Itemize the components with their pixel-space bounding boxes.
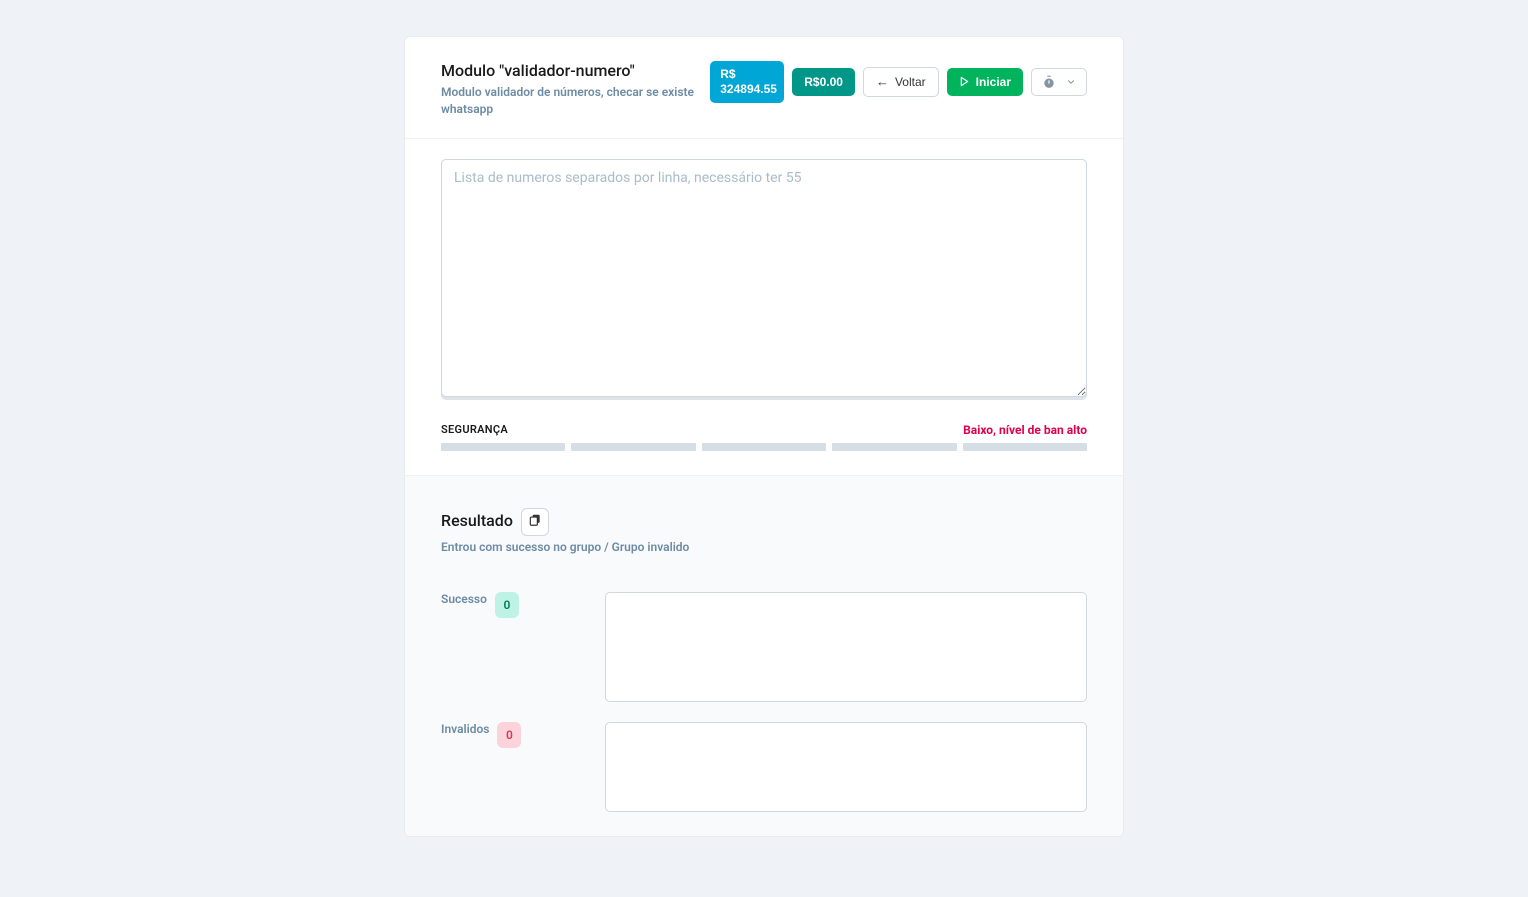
header-actions: R$ 324894.55 R$0.00 ← Voltar Iniciar <box>710 61 1087 103</box>
result-subtitle: Entrou com sucesso no grupo / Grupo inva… <box>441 540 1087 554</box>
success-label-text: Sucesso <box>441 592 487 606</box>
copy-button[interactable] <box>521 508 549 536</box>
header: Modulo "validador-numero" Modulo validad… <box>405 37 1123 139</box>
security-seg <box>832 443 956 451</box>
security-seg <box>702 443 826 451</box>
success-label: Sucesso 0 <box>441 592 591 702</box>
back-label: Voltar <box>895 75 926 89</box>
play-icon <box>959 76 970 87</box>
start-button[interactable]: Iniciar <box>947 68 1023 96</box>
invalid-count: 0 <box>497 722 521 748</box>
security-seg <box>441 443 565 451</box>
start-label: Iniciar <box>976 75 1011 89</box>
title-block: Modulo "validador-numero" Modulo validad… <box>441 61 694 118</box>
success-output[interactable] <box>605 592 1087 702</box>
security-label: SEGURANÇA <box>441 423 508 436</box>
timer-dropdown[interactable] <box>1031 68 1087 96</box>
security-seg <box>571 443 695 451</box>
cost-value: R$0.00 <box>804 75 843 89</box>
security-bar <box>441 443 1087 451</box>
result-head: Resultado <box>441 508 1087 536</box>
invalid-output[interactable] <box>605 722 1087 812</box>
invalid-label: Invalidos 0 <box>441 722 591 812</box>
results-grid: Sucesso 0 Invalidos 0 <box>441 592 1087 812</box>
module-card: Modulo "validador-numero" Modulo validad… <box>404 36 1124 837</box>
security-row: SEGURANÇA Baixo, nível de ban alto <box>441 423 1087 437</box>
balance-button[interactable]: R$ 324894.55 <box>710 61 784 103</box>
module-title: Modulo "validador-numero" <box>441 61 694 80</box>
numbers-input[interactable] <box>441 159 1087 397</box>
result-title: Resultado <box>441 511 513 530</box>
security-seg <box>963 443 1087 451</box>
security-status: Baixo, nível de ban alto <box>963 423 1087 437</box>
success-count: 0 <box>495 592 519 618</box>
back-button[interactable]: ← Voltar <box>863 67 939 97</box>
module-subtitle: Modulo validador de números, checar se e… <box>441 84 694 118</box>
chevron-down-icon <box>1066 77 1076 87</box>
stopwatch-icon <box>1042 75 1056 89</box>
result-section: Resultado Entrou com sucesso no grupo / … <box>405 476 1123 836</box>
balance-value: R$ 324894.55 <box>720 67 777 97</box>
invalid-label-text: Invalidos <box>441 722 489 736</box>
cost-button[interactable]: R$0.00 <box>792 68 855 96</box>
input-section: SEGURANÇA Baixo, nível de ban alto <box>405 139 1123 476</box>
arrow-left-icon: ← <box>876 75 889 88</box>
copy-icon <box>528 513 542 530</box>
